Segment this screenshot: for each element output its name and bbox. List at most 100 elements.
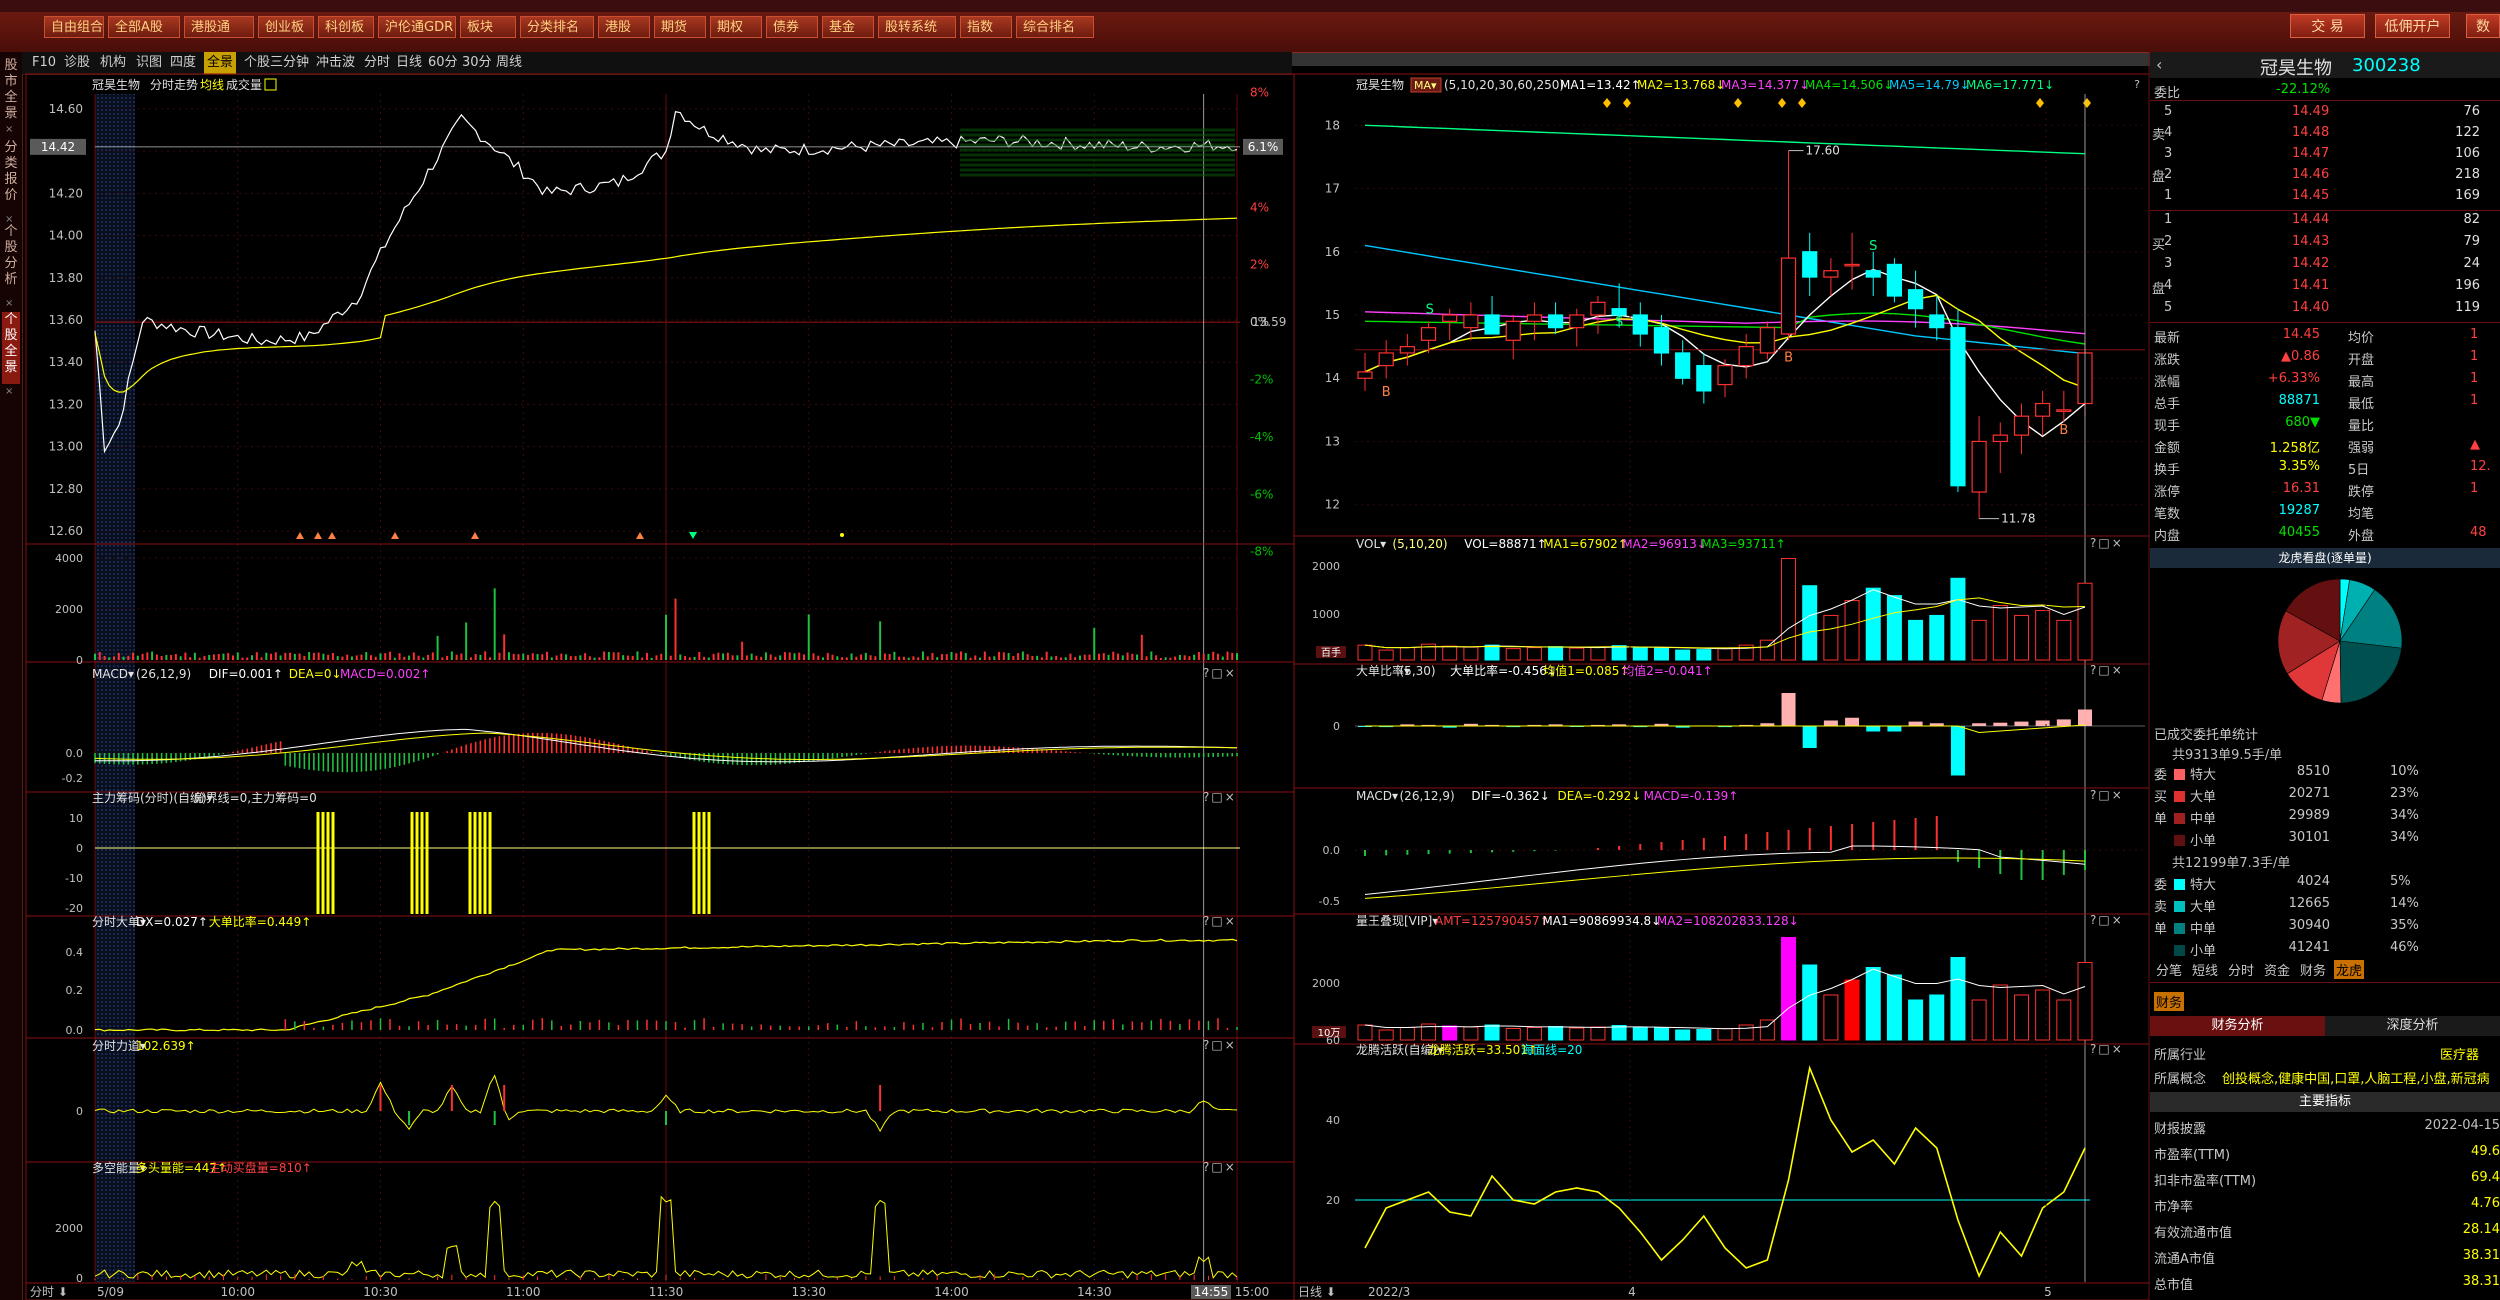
entrust-a-swatch-1	[2174, 791, 2185, 802]
kvol-bar	[1802, 585, 1818, 661]
intraday-chip-controls[interactable]: ?□×	[1203, 790, 1237, 804]
intraday-macd-3: DEA=0↓	[289, 667, 342, 681]
kline-vol-controls[interactable]: ?□×	[2090, 536, 2124, 550]
signal-marker	[689, 532, 697, 539]
quote-label-r-4: 量比	[2348, 419, 2375, 434]
kratio-tick-0: 0	[1333, 720, 1340, 733]
entrust-a-swatch-3	[2174, 835, 2185, 846]
kvol-bar	[1950, 577, 1966, 661]
kqty-tick-0: 2000	[1312, 977, 1340, 990]
kqty-bar	[1653, 1027, 1669, 1041]
kline-macd-controls[interactable]: ?□×	[2090, 788, 2124, 802]
kvol-bar	[1357, 644, 1373, 661]
kline-vol-3: MA1=67902↑	[1543, 537, 1627, 551]
pct-tick-0: 8%	[1250, 86, 1269, 100]
entrust-a-side-0: 委	[2154, 768, 2168, 783]
kline-qty-3: MA2=108202833.128↓	[1657, 914, 1799, 928]
quote-value-2: +6.33%	[2267, 371, 2320, 386]
kvol-bar	[2056, 619, 2072, 661]
candle	[1547, 314, 1564, 329]
fin-label-5: 流通A市值	[2154, 1252, 2215, 1267]
kqty-bar	[1865, 967, 1881, 1041]
dragon-title: 龙虎看盘(逐单量)	[2150, 548, 2500, 568]
entrust-a-name-1: 大单	[2190, 790, 2217, 805]
sell-vol-1: 122	[2455, 125, 2480, 140]
candle	[1717, 364, 1733, 386]
kline-qty-controls[interactable]: ?□×	[2090, 913, 2124, 927]
entrust-b: 共12199单7.3手/单	[2172, 856, 2291, 871]
intraday-force-controls[interactable]: ?□×	[1203, 1038, 1237, 1052]
fin-value-6: 38.31	[2462, 1274, 2500, 1289]
quote-label-6: 换手	[2154, 463, 2181, 478]
quote-tab-3[interactable]: 资金	[2262, 960, 2292, 979]
sell-side-0: 卖	[2152, 128, 2166, 143]
bs-marker-1: B	[1784, 350, 1793, 365]
quote-value-r-0: 1	[2470, 327, 2479, 342]
quote-tab-2[interactable]: 分时	[2226, 960, 2256, 979]
kratio-bar	[1802, 726, 1817, 748]
entrust-b-side-1: 卖	[2154, 900, 2168, 915]
kmacd-dif	[1364, 845, 2086, 896]
quote-tab-4[interactable]: 财务	[2298, 960, 2328, 979]
candle	[1738, 346, 1754, 367]
vol-tick-2: 0	[76, 654, 83, 667]
dropdown-icon	[264, 78, 277, 91]
kline-dragon-2: 海面线=20	[1521, 1042, 1582, 1057]
quote-tab-1[interactable]: 短线	[2190, 960, 2220, 979]
chart-canvas: 冠昊生物 分时走势 均线 成交量14.6014.2014.0013.8013.6013…	[25, 52, 2150, 1300]
entrust-b-val-2: 30940	[2288, 918, 2330, 933]
depth-title[interactable]: 深度分析	[2325, 1016, 2500, 1036]
buy-side-1: 盘	[2152, 282, 2166, 297]
entrust-a-swatch-2	[2174, 813, 2185, 824]
intraday-title: 冠昊生物	[92, 78, 140, 92]
time-tick-7: 14:30	[1077, 1285, 1112, 1299]
kqty-bar	[1929, 994, 1945, 1041]
kvol-tick-1: 1000	[1312, 608, 1340, 621]
kdragon-tick-2: 20	[1326, 1194, 1340, 1207]
right-button-2[interactable]: 数	[2466, 14, 2500, 38]
right-button-1[interactable]: 低佣开户	[2375, 14, 2450, 38]
quote-value-0: 14.45	[2282, 327, 2320, 342]
intraday-macd-controls[interactable]: ?□×	[1203, 666, 1237, 680]
intraday-energy-controls[interactable]: ?□×	[1203, 1160, 1237, 1174]
pct-tick-3: 2%	[1250, 258, 1269, 272]
back-icon[interactable]: ‹	[2156, 55, 2162, 74]
cursor-pct: 6.1%	[1248, 140, 1279, 154]
force-tick-0: 0	[76, 1105, 83, 1118]
kqty-bar	[2077, 962, 2093, 1041]
kratio-bar	[1887, 726, 1902, 732]
quote-value-8: 19287	[2278, 503, 2320, 518]
stock-code: 300238	[2352, 55, 2421, 76]
kline-y-tick-6: 12	[1325, 498, 1340, 512]
quote-label-3: 总手	[2154, 397, 2181, 412]
kvol-tick-2: 百手	[1321, 646, 1341, 659]
fin-label-0: 财报披露	[2154, 1122, 2207, 1137]
buy-vol-0: 82	[2463, 212, 2480, 227]
quote-tab-5[interactable]: 龙虎	[2334, 960, 2365, 979]
candle	[1526, 314, 1543, 322]
kline-bigratio-controls[interactable]: ?□×	[2090, 663, 2124, 677]
kline-dragon-controls[interactable]: ?□×	[2090, 1042, 2124, 1056]
entrust-b-val-0: 4024	[2296, 874, 2330, 889]
fin-title[interactable]: 财务分析	[2150, 1016, 2325, 1036]
kvol-bar	[1992, 605, 2008, 661]
deal-title: 已成交委托单统计	[2154, 728, 2259, 743]
kqty-bar	[1844, 979, 1860, 1041]
entrust-a-val-1: 20271	[2288, 786, 2330, 801]
fin-value-5: 38.31	[2462, 1248, 2500, 1263]
entrust-a-pct-3: 34%	[2390, 830, 2419, 845]
candle	[1442, 314, 1458, 322]
intraday-bigorder-controls[interactable]: ?□×	[1203, 914, 1237, 928]
time-tick-6: 14:00	[934, 1285, 969, 1299]
right-button-0[interactable]: 交 易	[2290, 14, 2365, 38]
kqty-bar	[1908, 999, 1924, 1041]
price-tick-4: 13.80	[49, 271, 83, 285]
entrust-b-name-1: 大单	[2190, 900, 2217, 915]
entrust-b-pct-2: 35%	[2390, 918, 2419, 933]
time-tick-1: 10:00	[220, 1285, 255, 1299]
intraday-macd-1: (26,12,9)	[136, 667, 191, 681]
quote-tab-0[interactable]: 分笔	[2154, 960, 2184, 979]
fin-tab[interactable]: 财务	[2154, 992, 2185, 1011]
kratio-bar	[1823, 720, 1838, 726]
kqty-bar	[1823, 994, 1839, 1041]
